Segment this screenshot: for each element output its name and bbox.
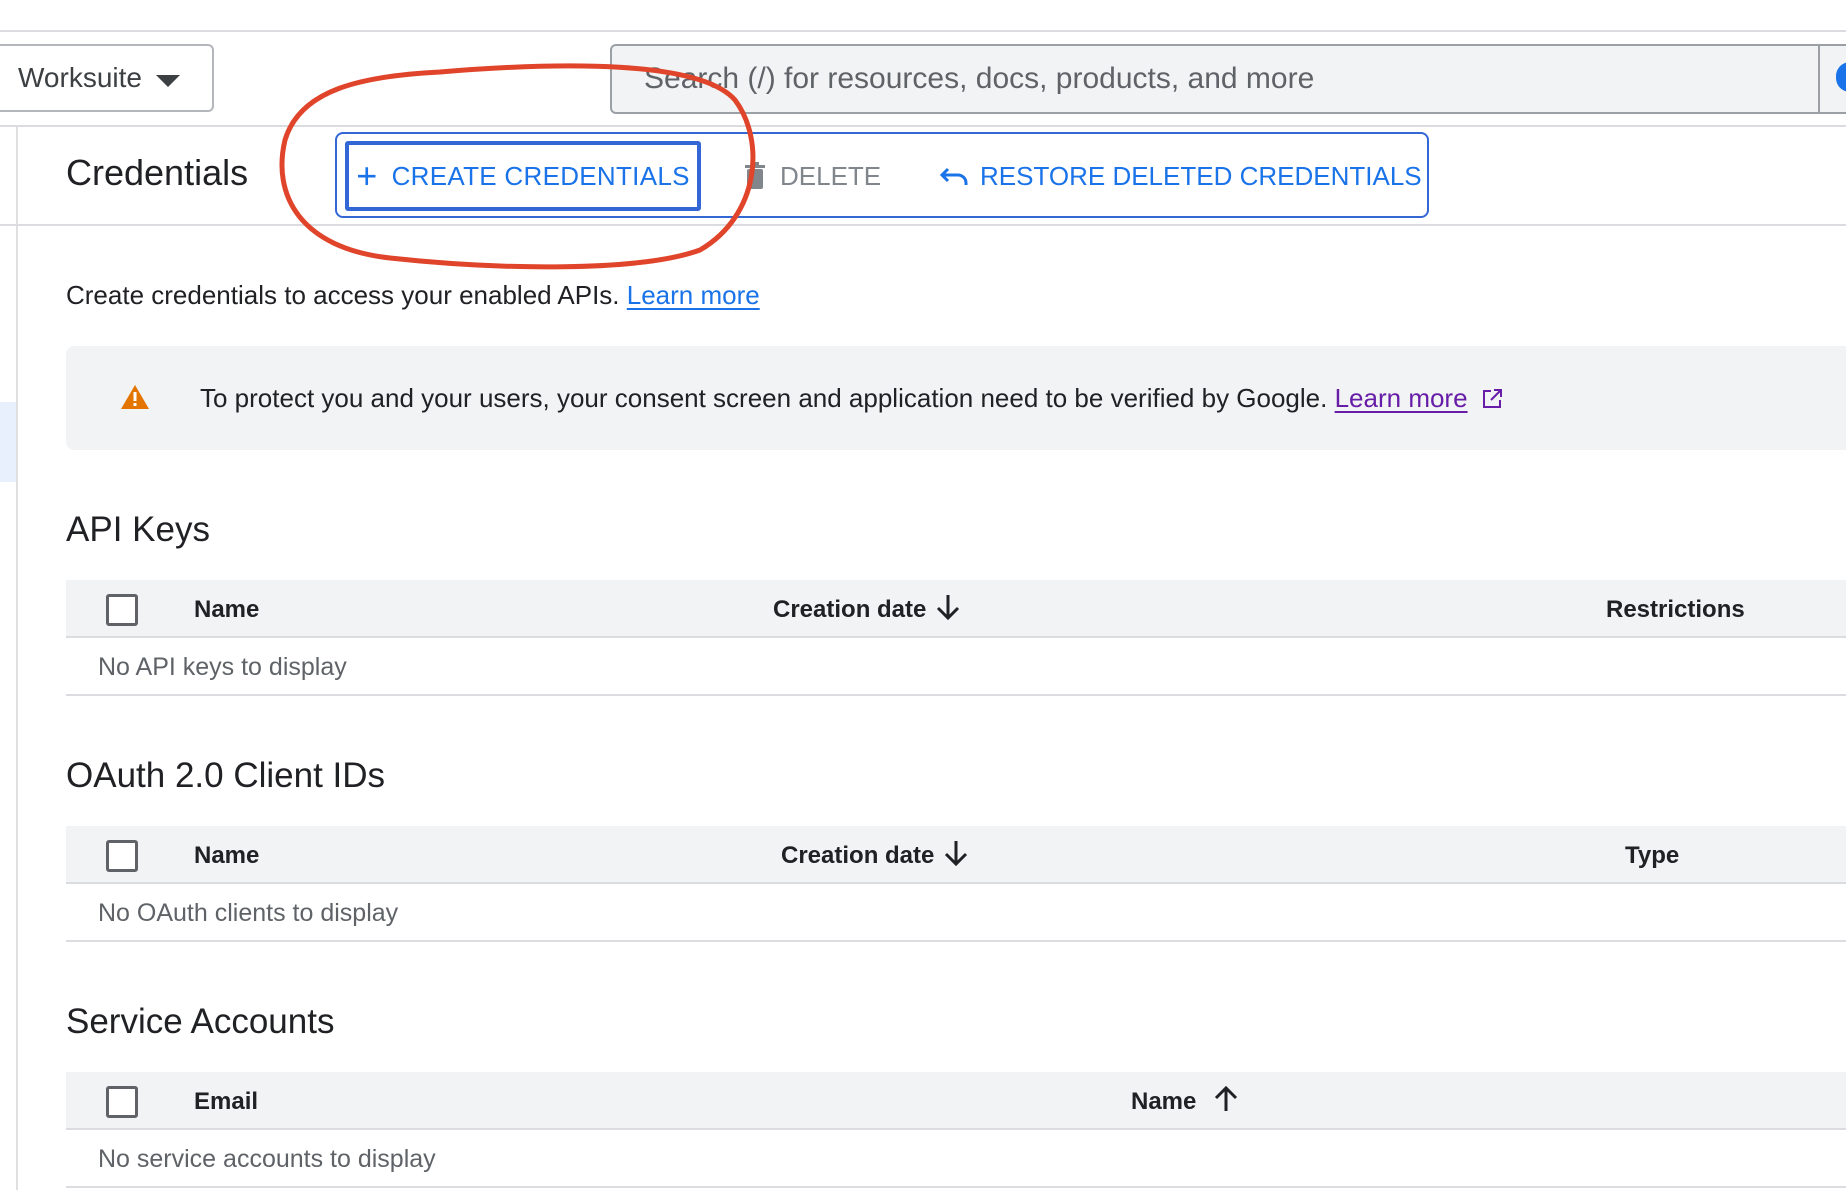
top-divider: [0, 30, 1846, 32]
arrow-down-icon[interactable]: [934, 592, 962, 622]
intro-text-body: Create credentials to access your enable…: [66, 280, 620, 310]
oauth-col-type[interactable]: Type: [1625, 842, 1679, 870]
create-credentials-label: CREATE CREDENTIALS: [391, 160, 690, 191]
undo-icon: [940, 167, 968, 185]
caret-down-icon: [156, 75, 180, 87]
service-accounts-title: Service Accounts: [66, 1002, 335, 1041]
search-divider: [1818, 46, 1820, 112]
warning-learn-more-link[interactable]: Learn more: [1335, 383, 1468, 413]
external-link-icon: [1482, 389, 1502, 408]
delete-label: DELETE: [780, 160, 882, 191]
action-bar-divider: [0, 224, 1846, 226]
api-keys-col-name[interactable]: Name: [194, 596, 259, 624]
service-accounts-select-all-checkbox[interactable]: [106, 1086, 138, 1118]
api-keys-col-restrictions[interactable]: Restrictions: [1606, 596, 1745, 624]
warning-text-body: To protect you and your users, your cons…: [200, 383, 1328, 413]
api-keys-col-creation-date[interactable]: Creation date: [773, 596, 926, 624]
api-keys-select-all-checkbox[interactable]: [106, 594, 138, 626]
search-placeholder: Search (/) for resources, docs, products…: [644, 62, 1315, 95]
intro-text: Create credentials to access your enable…: [66, 280, 760, 311]
create-credentials-button[interactable]: + CREATE CREDENTIALS: [345, 141, 701, 211]
api-keys-title: API Keys: [66, 510, 210, 549]
oauth-select-all-checkbox[interactable]: [106, 840, 138, 872]
trash-icon: [745, 162, 765, 189]
organization-selector[interactable]: Worksuite: [0, 44, 214, 112]
page-title: Credentials: [66, 152, 249, 193]
restore-label: RESTORE DELETED CREDENTIALS: [980, 160, 1422, 191]
arrow-up-icon[interactable]: [1212, 1084, 1240, 1114]
oauth-empty-text: No OAuth clients to display: [98, 899, 399, 927]
left-nav-rail: [16, 127, 18, 1190]
oauth-title: OAuth 2.0 Client IDs: [66, 756, 386, 795]
service-accounts-col-name[interactable]: Name: [1131, 1088, 1196, 1116]
service-accounts-table-header: [66, 1072, 1846, 1130]
arrow-down-icon[interactable]: [942, 838, 970, 868]
warning-text: To protect you and your users, your cons…: [200, 383, 1503, 414]
warning-icon: [121, 385, 149, 409]
restore-deleted-credentials-button[interactable]: RESTORE DELETED CREDENTIALS: [940, 156, 1422, 196]
organization-selector-label: Worksuite: [18, 62, 142, 93]
service-accounts-col-email[interactable]: Email: [194, 1088, 258, 1116]
api-keys-empty-text: No API keys to display: [98, 653, 347, 681]
delete-button[interactable]: DELETE: [744, 156, 881, 196]
oauth-col-name[interactable]: Name: [194, 842, 259, 870]
search-input[interactable]: Search (/) for resources, docs, products…: [610, 44, 1846, 114]
header-divider: [0, 125, 1846, 127]
plus-icon: +: [356, 155, 378, 196]
left-nav-active-item[interactable]: [0, 402, 16, 482]
oauth-col-creation-date[interactable]: Creation date: [781, 842, 934, 870]
service-accounts-empty-text: No service accounts to display: [98, 1145, 436, 1173]
intro-learn-more-link[interactable]: Learn more: [627, 280, 760, 310]
